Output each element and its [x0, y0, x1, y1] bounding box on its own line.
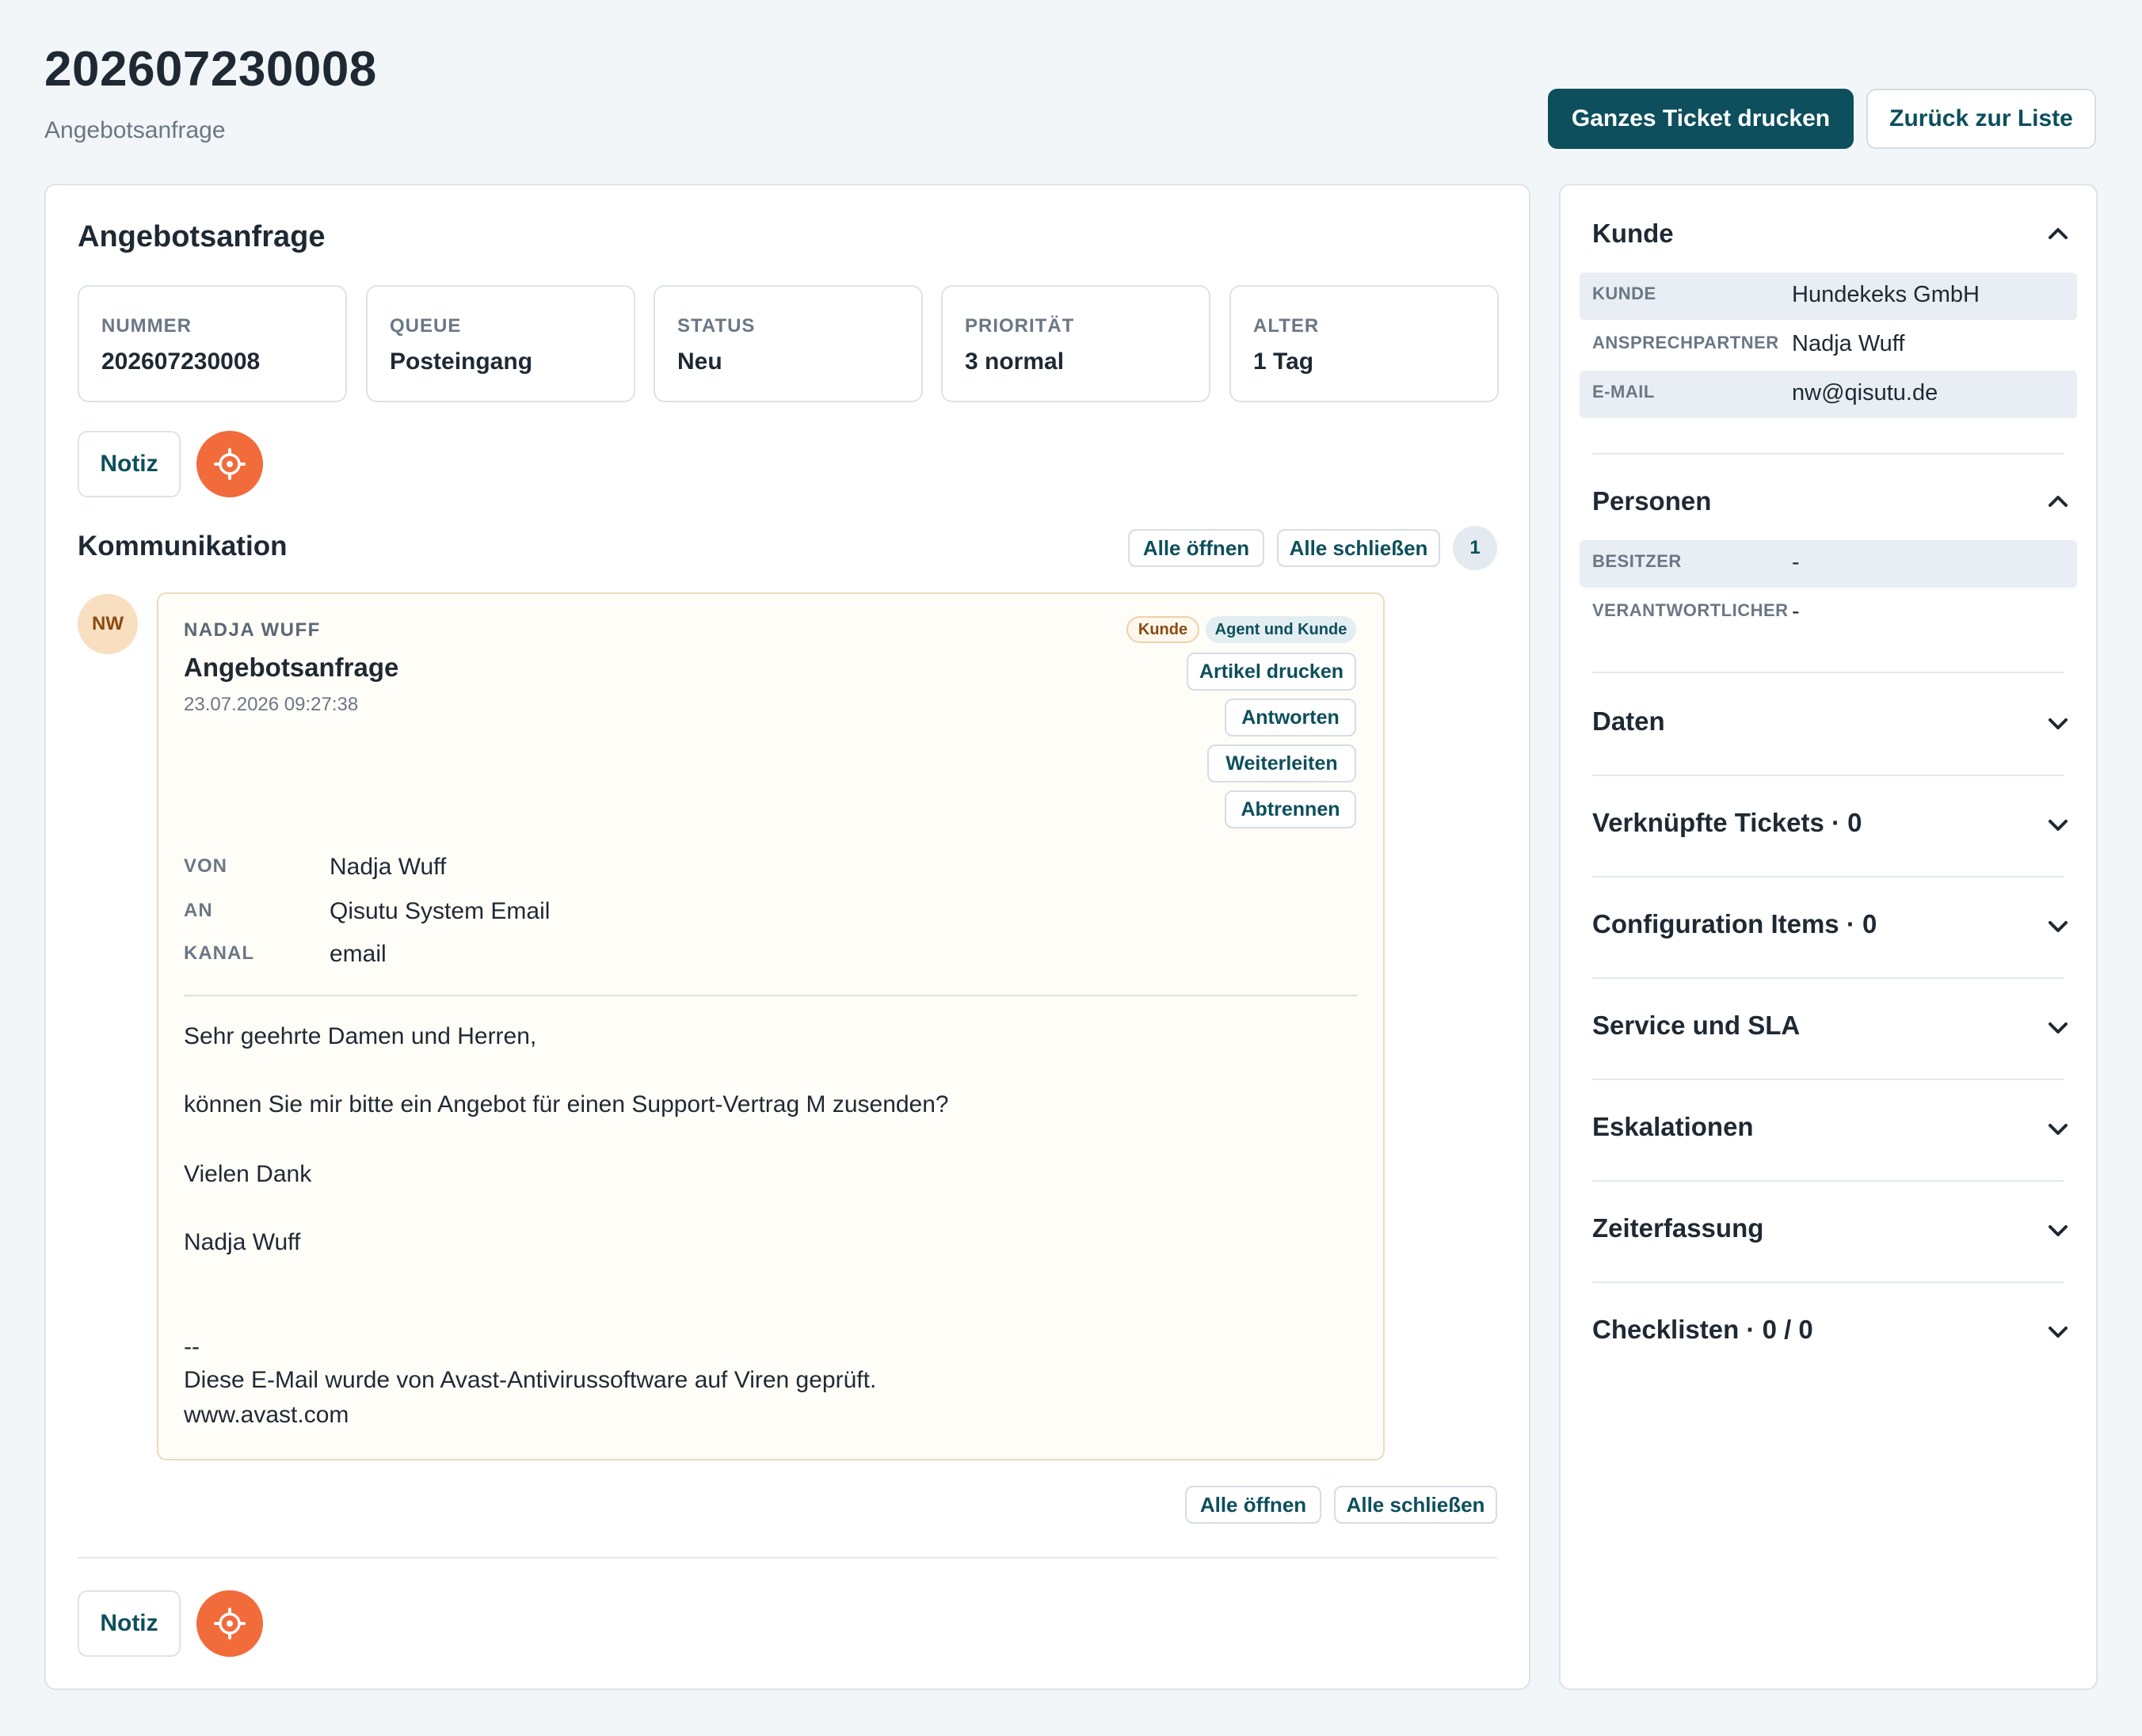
gear-icon [214, 448, 246, 480]
section-divider [78, 1557, 1497, 1559]
article-body-line: -- [184, 1334, 200, 1360]
info-box-status: STATUS Neu [654, 285, 923, 402]
section-checklists[interactable]: Checklisten · 0 / 0 [1592, 1315, 1813, 1345]
email-label: E-MAIL [1592, 382, 1655, 402]
sidebar-divider [1592, 1079, 2064, 1080]
article-body-line: Vielen Dank [184, 1161, 312, 1187]
close-all-button[interactable]: Alle schließen [1277, 529, 1440, 567]
settings-button[interactable] [196, 431, 263, 497]
owner-label: BESITZER [1592, 551, 1682, 571]
customer-value: Hundekeks GmbH [1792, 282, 1980, 307]
page-title: 202607230008 [44, 42, 377, 97]
article-divider [184, 995, 1358, 996]
sidebar-divider [1592, 672, 2064, 673]
sidebar-divider [1592, 977, 2064, 979]
article-count-badge: 1 [1453, 526, 1497, 570]
email-value: nw@qisutu.de [1792, 380, 1938, 405]
chevron-up-icon[interactable] [2044, 222, 2072, 244]
gear-icon [214, 1608, 246, 1639]
section-linked-tickets[interactable]: Verknüpfte Tickets · 0 [1592, 808, 1862, 838]
owner-value: - [1792, 550, 1800, 575]
info-box-number: NUMMER 202607230008 [78, 285, 347, 402]
article-body-line: www.avast.com [184, 1402, 349, 1428]
meta-label-channel: KANAL [184, 942, 254, 964]
avatar: NW [78, 594, 138, 654]
open-all-button[interactable]: Alle öffnen [1128, 529, 1264, 567]
info-label: ALTER [1253, 315, 1320, 337]
info-box-priority: PRIORITÄT 3 normal [941, 285, 1210, 402]
note-button[interactable]: Notiz [78, 431, 181, 497]
forward-button[interactable]: Weiterleiten [1207, 744, 1356, 782]
contact-value: Nadja Wuff [1792, 331, 1905, 356]
meta-value-to: Qisutu System Email [330, 898, 551, 924]
article-subject: Angebotsanfrage [184, 653, 399, 682]
chevron-up-icon[interactable] [2044, 489, 2072, 512]
info-value: Posteingang [390, 348, 533, 375]
section-escalations[interactable]: Eskalationen [1592, 1112, 1754, 1142]
meta-label-from: VON [184, 855, 228, 877]
communication-title: Kommunikation [78, 531, 288, 562]
visibility-tag: Agent und Kunde [1206, 616, 1356, 643]
chevron-down-icon[interactable] [2044, 713, 2072, 735]
article-body-line: Diese E-Mail wurde von Avast-Antivirusso… [184, 1367, 877, 1393]
info-value: Neu [677, 348, 722, 375]
info-value: 3 normal [965, 348, 1065, 375]
note-button-bottom[interactable]: Notiz [78, 1590, 181, 1657]
chevron-down-icon[interactable] [2044, 916, 2072, 938]
section-data[interactable]: Daten [1592, 706, 1665, 737]
page-subtitle: Angebotsanfrage [44, 117, 226, 143]
sidebar-divider [1592, 453, 2064, 455]
chevron-down-icon[interactable] [2044, 1220, 2072, 1242]
customer-label: KUNDE [1592, 284, 1656, 303]
info-box-age: ALTER 1 Tag [1229, 285, 1499, 402]
back-to-list-button[interactable]: Zurück zur Liste [1866, 89, 2096, 149]
close-all-button-bottom[interactable]: Alle schließen [1334, 1486, 1497, 1524]
section-service-sla[interactable]: Service und SLA [1592, 1011, 1800, 1041]
article-timestamp: 23.07.2026 09:27:38 [184, 694, 359, 715]
customer-section-title[interactable]: Kunde [1592, 219, 1674, 249]
persons-section-title[interactable]: Personen [1592, 486, 1711, 516]
chevron-down-icon[interactable] [2044, 1321, 2072, 1343]
info-value: 1 Tag [1253, 348, 1314, 375]
settings-button-bottom[interactable] [196, 1590, 263, 1657]
sidebar-divider [1592, 775, 2064, 776]
split-button[interactable]: Abtrennen [1225, 790, 1356, 828]
article-sender: NADJA WUFF [184, 619, 321, 641]
meta-value-channel: email [330, 941, 387, 967]
chevron-down-icon[interactable] [2044, 1017, 2072, 1039]
responsible-label: VERANTWORTLICHER [1592, 600, 1789, 620]
sidebar-divider [1592, 1281, 2064, 1283]
responsible-value: - [1792, 599, 1800, 624]
info-label: PRIORITÄT [965, 315, 1075, 337]
article-body-line: Sehr geehrte Damen und Herren, [184, 1023, 537, 1049]
info-box-queue: QUEUE Posteingang [366, 285, 635, 402]
meta-label-to: AN [184, 900, 213, 921]
open-all-button-bottom[interactable]: Alle öffnen [1185, 1486, 1321, 1524]
article-body-line: können Sie mir bitte ein Angebot für ein… [184, 1091, 949, 1117]
section-time-tracking[interactable]: Zeiterfassung [1592, 1213, 1763, 1243]
section-config-items[interactable]: Configuration Items · 0 [1592, 909, 1877, 939]
info-label: STATUS [677, 315, 756, 337]
contact-label: ANSPRECHPARTNER [1592, 333, 1779, 352]
ticket-title: Angebotsanfrage [78, 220, 326, 253]
customer-tag: Kunde [1126, 616, 1199, 643]
info-label: QUEUE [390, 315, 462, 337]
chevron-down-icon[interactable] [2044, 814, 2072, 836]
chevron-down-icon[interactable] [2044, 1118, 2072, 1140]
meta-value-from: Nadja Wuff [330, 854, 447, 880]
info-value: 202607230008 [101, 348, 261, 375]
print-article-button[interactable]: Artikel drucken [1187, 653, 1356, 691]
print-ticket-button[interactable]: Ganzes Ticket drucken [1548, 89, 1854, 149]
reply-button[interactable]: Antworten [1225, 699, 1356, 737]
sidebar-divider [1592, 876, 2064, 878]
info-label: NUMMER [101, 315, 192, 337]
sidebar-divider [1592, 1180, 2064, 1182]
article-body-line: Nadja Wuff [184, 1229, 301, 1255]
